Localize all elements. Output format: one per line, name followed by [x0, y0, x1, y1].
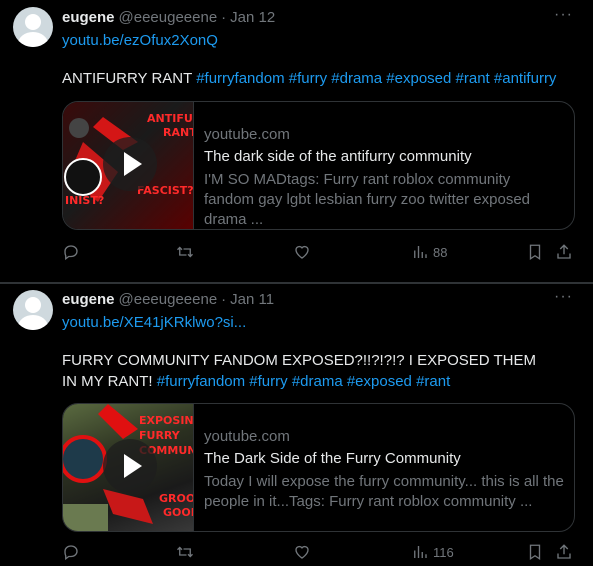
- card-domain: youtube.com: [204, 428, 290, 445]
- tweet[interactable]: eugene @eeeugeeene · Jan 12 ··· youtu.be…: [0, 0, 593, 283]
- card-text: youtube.com The dark side of the antifur…: [194, 102, 564, 229]
- reply-icon: [64, 245, 78, 261]
- views-button[interactable]: 88: [411, 243, 447, 261]
- tweet-text: ANTIFURRY RANT #furryfandom #furry #dram…: [62, 68, 572, 89]
- tweet-link[interactable]: youtu.be/XE41jKRklwo?si...: [62, 314, 246, 331]
- tweet-header: eugene @eeeugeeene · Jan 11: [62, 291, 274, 308]
- hashtag[interactable]: #drama: [292, 373, 343, 390]
- bookmark-icon: [529, 244, 541, 261]
- link-preview-card[interactable]: ANTIFU RANT FASCIST? INIST? youtube.com …: [62, 101, 575, 230]
- views-count: 88: [433, 244, 448, 260]
- card-title[interactable]: The Dark Side of the Furry Community: [204, 450, 564, 467]
- thumbnail-text: GOON: [163, 506, 193, 519]
- bookmark-icon: [529, 544, 541, 561]
- views-count: 116: [433, 544, 454, 560]
- more-options-icon[interactable]: ···: [554, 288, 573, 306]
- thumbnail-text: GROO: [159, 492, 194, 505]
- retweet-button[interactable]: [176, 243, 194, 261]
- like-icon: [295, 545, 309, 559]
- thumbnail-text: INIST?: [65, 194, 105, 207]
- thumbnail-text: FURRY: [139, 429, 180, 442]
- card-domain: youtube.com: [204, 126, 290, 143]
- card-title[interactable]: The dark side of the antifurry community: [204, 148, 564, 165]
- hashtag[interactable]: #rant: [416, 373, 450, 390]
- bookmark-button[interactable]: [526, 243, 544, 261]
- like-icon: [295, 245, 309, 259]
- hashtag[interactable]: #furry: [289, 70, 327, 87]
- tweet[interactable]: eugene @eeeugeeene · Jan 11 ··· youtu.be…: [0, 283, 593, 566]
- action-bar: 88: [62, 243, 574, 263]
- author-name[interactable]: eugene: [62, 9, 115, 26]
- video-thumbnail[interactable]: ANTIFU RANT FASCIST? INIST?: [63, 102, 194, 229]
- like-button[interactable]: [293, 243, 311, 261]
- thumbnail-text: ANTIFU: [147, 112, 193, 125]
- hashtag[interactable]: #furryfandom: [157, 373, 245, 390]
- retweet-icon: [177, 246, 193, 258]
- tweet-date[interactable]: Jan 11: [230, 291, 274, 308]
- thumbnail-text: RANT: [163, 126, 194, 139]
- play-icon[interactable]: [103, 439, 157, 493]
- avatar[interactable]: [13, 290, 53, 330]
- bookmark-button[interactable]: [526, 543, 544, 561]
- author-handle[interactable]: @eeeugeeene: [119, 9, 218, 26]
- card-description: I'M SO MADtags: Furry rant roblox commun…: [204, 171, 531, 228]
- hashtag[interactable]: #furryfandom: [196, 70, 284, 87]
- author-handle[interactable]: @eeeugeeene: [119, 291, 218, 308]
- avatar[interactable]: [13, 7, 53, 47]
- reply-icon: [64, 545, 78, 561]
- views-icon: [414, 546, 427, 558]
- timeline-feed: eugene @eeeugeeene · Jan 12 ··· youtu.be…: [0, 0, 593, 566]
- card-description: Today I will expose the furry community.…: [204, 473, 564, 510]
- author-name[interactable]: eugene: [62, 291, 115, 308]
- views-icon: [414, 246, 427, 258]
- tweet-date[interactable]: Jan 12: [230, 9, 275, 26]
- separator: ·: [221, 9, 227, 26]
- separator: ·: [221, 291, 227, 308]
- link-preview-card[interactable]: EXPOSING FURRY COMMUN GROO GOON youtube.…: [62, 403, 575, 532]
- hashtag[interactable]: #rant: [456, 70, 490, 87]
- like-button[interactable]: [293, 543, 311, 561]
- tweet-text: FURRY COMMUNITY FANDOM EXPOSED?!!?!?!? I…: [62, 350, 552, 392]
- share-icon: [557, 544, 571, 559]
- share-button[interactable]: [555, 243, 573, 261]
- tweet-header: eugene @eeeugeeene · Jan 12: [62, 9, 275, 26]
- share-button[interactable]: [555, 543, 573, 561]
- thumbnail-text: EXPOSING: [139, 414, 194, 427]
- tweet-link[interactable]: youtu.be/ezOfux2XonQ: [62, 32, 218, 49]
- video-thumbnail[interactable]: EXPOSING FURRY COMMUN GROO GOON: [63, 404, 194, 531]
- hashtag[interactable]: #exposed: [386, 70, 451, 87]
- play-icon[interactable]: [103, 137, 157, 191]
- hashtag[interactable]: #furry: [249, 373, 287, 390]
- share-icon: [557, 244, 571, 259]
- retweet-button[interactable]: [176, 543, 194, 561]
- reply-button[interactable]: [62, 543, 80, 561]
- hashtag[interactable]: #drama: [331, 70, 382, 87]
- action-bar: 116: [62, 543, 574, 563]
- retweet-icon: [177, 546, 193, 558]
- tweet-text-body: ANTIFURRY RANT: [62, 70, 193, 87]
- hashtag[interactable]: #exposed: [347, 373, 412, 390]
- more-options-icon[interactable]: ···: [554, 6, 573, 24]
- card-text: youtube.com The Dark Side of the Furry C…: [194, 404, 564, 531]
- reply-button[interactable]: [62, 243, 80, 261]
- views-button[interactable]: 116: [411, 543, 454, 561]
- hashtag[interactable]: #antifurry: [494, 70, 557, 87]
